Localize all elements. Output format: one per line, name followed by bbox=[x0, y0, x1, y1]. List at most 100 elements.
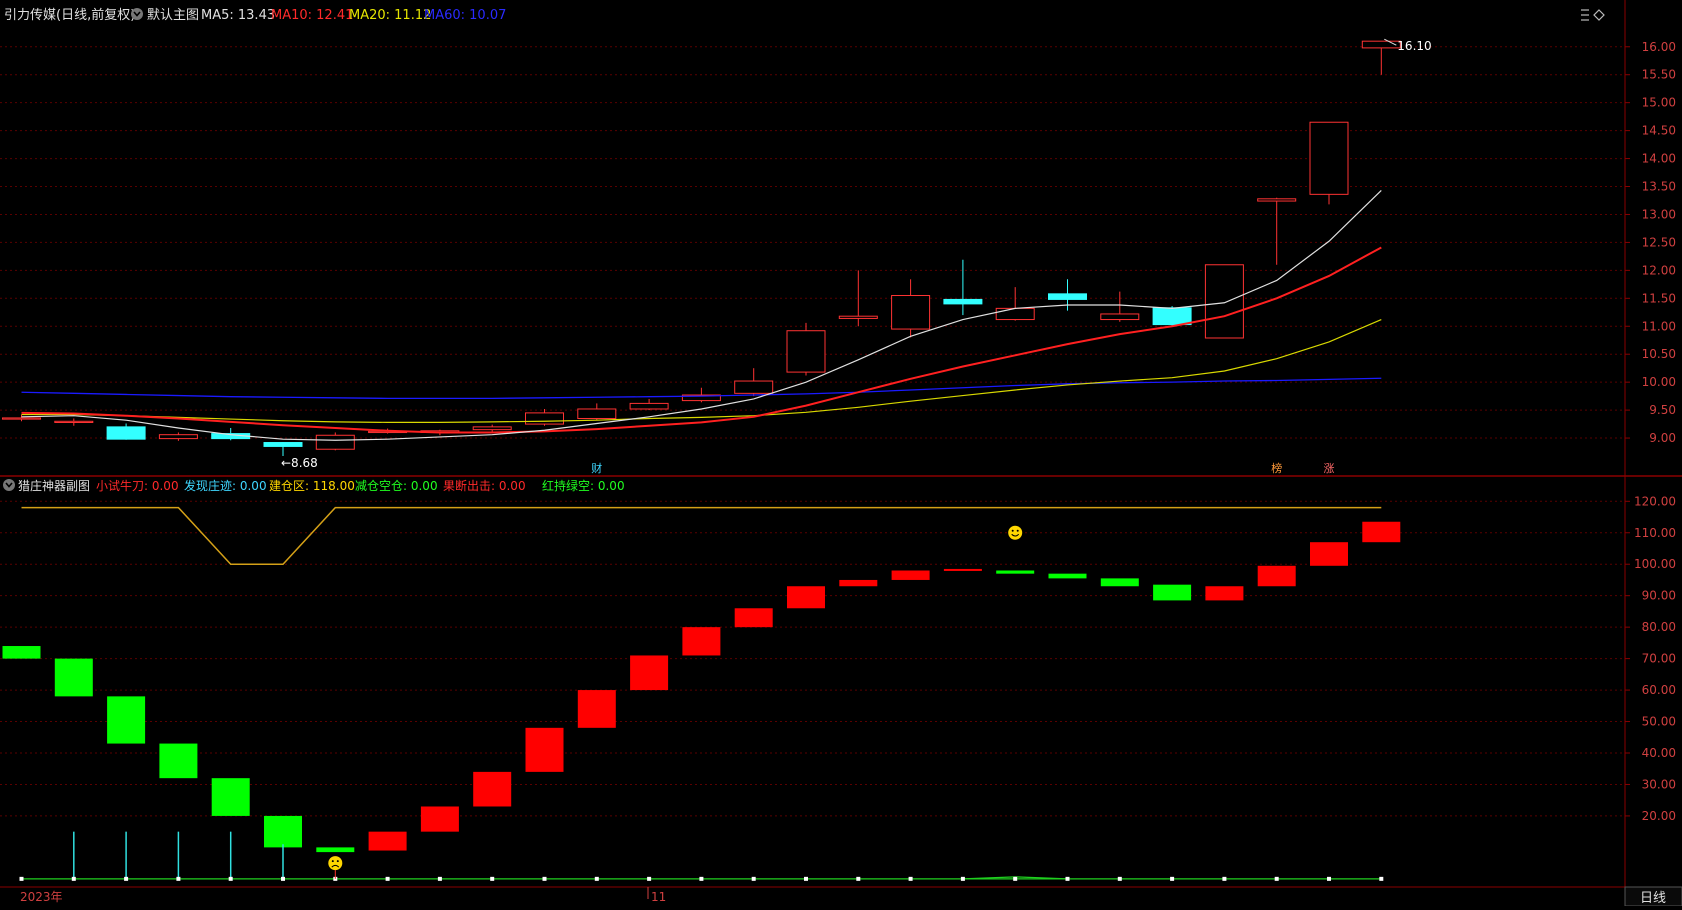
baseline-dot bbox=[542, 876, 547, 881]
y-tick-label: 16.00 bbox=[1642, 40, 1676, 54]
ma60-label: MA60: 10.07 bbox=[424, 8, 506, 23]
low-price-label: ←8.68 bbox=[281, 456, 318, 470]
baseline-dot bbox=[1170, 876, 1175, 881]
y-tick-label: 20.00 bbox=[1642, 809, 1676, 823]
baseline-dot bbox=[1065, 876, 1070, 881]
baseline-dot bbox=[71, 876, 76, 881]
indicator-block bbox=[996, 570, 1035, 574]
candle-body bbox=[2, 417, 41, 420]
indicator-label-jiancang-kong: 减仓空仓: 0.00 bbox=[355, 479, 438, 493]
candle-body bbox=[1257, 198, 1297, 202]
indicator-block bbox=[839, 579, 878, 587]
y-tick-label: 15.50 bbox=[1642, 68, 1676, 82]
y-tick-label: 110.00 bbox=[1634, 526, 1676, 540]
smile-face bbox=[1008, 525, 1023, 540]
candle-body bbox=[54, 420, 94, 423]
candle-body bbox=[995, 307, 1035, 321]
candle-body bbox=[472, 426, 512, 431]
smile-icon bbox=[1008, 525, 1023, 540]
indicator-block bbox=[54, 658, 93, 697]
y-tick-label: 50.00 bbox=[1642, 715, 1676, 729]
candle-body bbox=[1309, 121, 1349, 195]
candle-body bbox=[629, 402, 669, 410]
baseline-dot bbox=[228, 876, 233, 881]
candle-body bbox=[943, 298, 983, 305]
candle-body bbox=[1204, 264, 1244, 339]
indicator-block bbox=[264, 815, 302, 848]
baseline-dot bbox=[856, 876, 861, 881]
event-marker-11: 财 bbox=[591, 461, 602, 475]
smile-eye bbox=[1016, 529, 1019, 532]
event-marker-24: 榜 bbox=[1271, 461, 1282, 475]
smile-eye bbox=[1011, 529, 1014, 532]
baseline-dot bbox=[124, 876, 129, 881]
indicator-block bbox=[1205, 586, 1244, 601]
candle-body bbox=[158, 434, 198, 440]
y-tick-label: 120.00 bbox=[1634, 494, 1676, 508]
candle-body bbox=[263, 442, 303, 447]
baseline-dot bbox=[1222, 876, 1227, 881]
stock-title: 引力传媒(日线,前复权) bbox=[4, 7, 135, 23]
indicator-block bbox=[2, 646, 41, 659]
baseline-dot bbox=[1117, 876, 1122, 881]
ma5-label: MA5: 13.43 bbox=[201, 8, 275, 23]
indicator-block bbox=[1310, 542, 1348, 566]
candle-body bbox=[106, 426, 146, 440]
baseline-dot bbox=[1274, 876, 1279, 881]
high-price-label: 16.10 bbox=[1397, 39, 1431, 53]
candle-body bbox=[734, 380, 774, 394]
y-tick-label: 60.00 bbox=[1642, 683, 1676, 697]
baseline-dot bbox=[490, 876, 495, 881]
baseline-dot bbox=[960, 876, 965, 881]
indicator-label-hongchi: 红持绿空: 0.00 bbox=[542, 478, 625, 493]
ma10-label: MA10: 12.41 bbox=[271, 8, 353, 23]
indicator-label-guoduan: 果断出击: 0.00 bbox=[443, 478, 526, 493]
y-tick-label: 70.00 bbox=[1642, 652, 1676, 666]
y-tick-label: 11.50 bbox=[1642, 291, 1676, 305]
y-tick-label: 14.50 bbox=[1642, 124, 1676, 138]
candle-body bbox=[315, 434, 355, 450]
y-tick-label: 9.00 bbox=[1649, 431, 1676, 445]
ma20-label: MA20: 11.12 bbox=[349, 8, 431, 23]
y-tick-label: 13.50 bbox=[1642, 180, 1676, 194]
indicator-block bbox=[787, 586, 825, 609]
sad-face bbox=[328, 856, 343, 871]
indicator-block bbox=[525, 727, 564, 772]
indicator-block bbox=[159, 743, 198, 779]
candle-body bbox=[838, 315, 878, 319]
baseline-dot bbox=[908, 876, 913, 881]
year-label: 2023年 bbox=[20, 890, 63, 904]
baseline-dot bbox=[804, 876, 808, 881]
candle-body bbox=[577, 408, 617, 419]
indicator-block bbox=[1257, 565, 1296, 587]
y-tick-label: 40.00 bbox=[1642, 746, 1676, 760]
indicator-block bbox=[1100, 578, 1139, 587]
circle-close-icon[interactable] bbox=[131, 8, 143, 20]
baseline-dot bbox=[1379, 876, 1384, 881]
indicator-block bbox=[473, 771, 512, 807]
y-tick-label: 14.00 bbox=[1642, 152, 1676, 166]
circle-close-icon[interactable] bbox=[3, 479, 15, 491]
y-tick-label: 13.00 bbox=[1642, 207, 1676, 221]
baseline-dot bbox=[437, 876, 442, 881]
indicator-block bbox=[1153, 584, 1192, 601]
main-chart-name[interactable]: 默认主图 bbox=[147, 7, 199, 23]
baseline-dot bbox=[594, 876, 599, 881]
y-tick-label: 9.50 bbox=[1649, 403, 1676, 417]
period-label[interactable]: 日线 bbox=[1640, 891, 1666, 906]
y-tick-label: 80.00 bbox=[1642, 620, 1676, 634]
indicator-block bbox=[316, 847, 355, 853]
indicator-block bbox=[1362, 521, 1401, 543]
y-tick-label: 10.50 bbox=[1642, 347, 1676, 361]
indicator-block bbox=[682, 627, 721, 656]
stock-chart[interactable]: 9.00 9.50 10.00 10.50 11.00 11.50 12.00 12.50 13… bbox=[0, 0, 1682, 907]
candle-body bbox=[891, 295, 931, 330]
indicator-label-jiancang: 建仓区: 118.00 bbox=[269, 479, 355, 493]
indicator-block bbox=[211, 778, 250, 816]
indicator-block bbox=[734, 608, 773, 628]
candle bbox=[315, 432, 355, 451]
indicator-block bbox=[630, 655, 669, 691]
candle bbox=[786, 322, 826, 376]
y-tick-label: 90.00 bbox=[1642, 589, 1676, 603]
indicator-label-faxian: 发现庄迹: 0.00 bbox=[184, 478, 267, 493]
